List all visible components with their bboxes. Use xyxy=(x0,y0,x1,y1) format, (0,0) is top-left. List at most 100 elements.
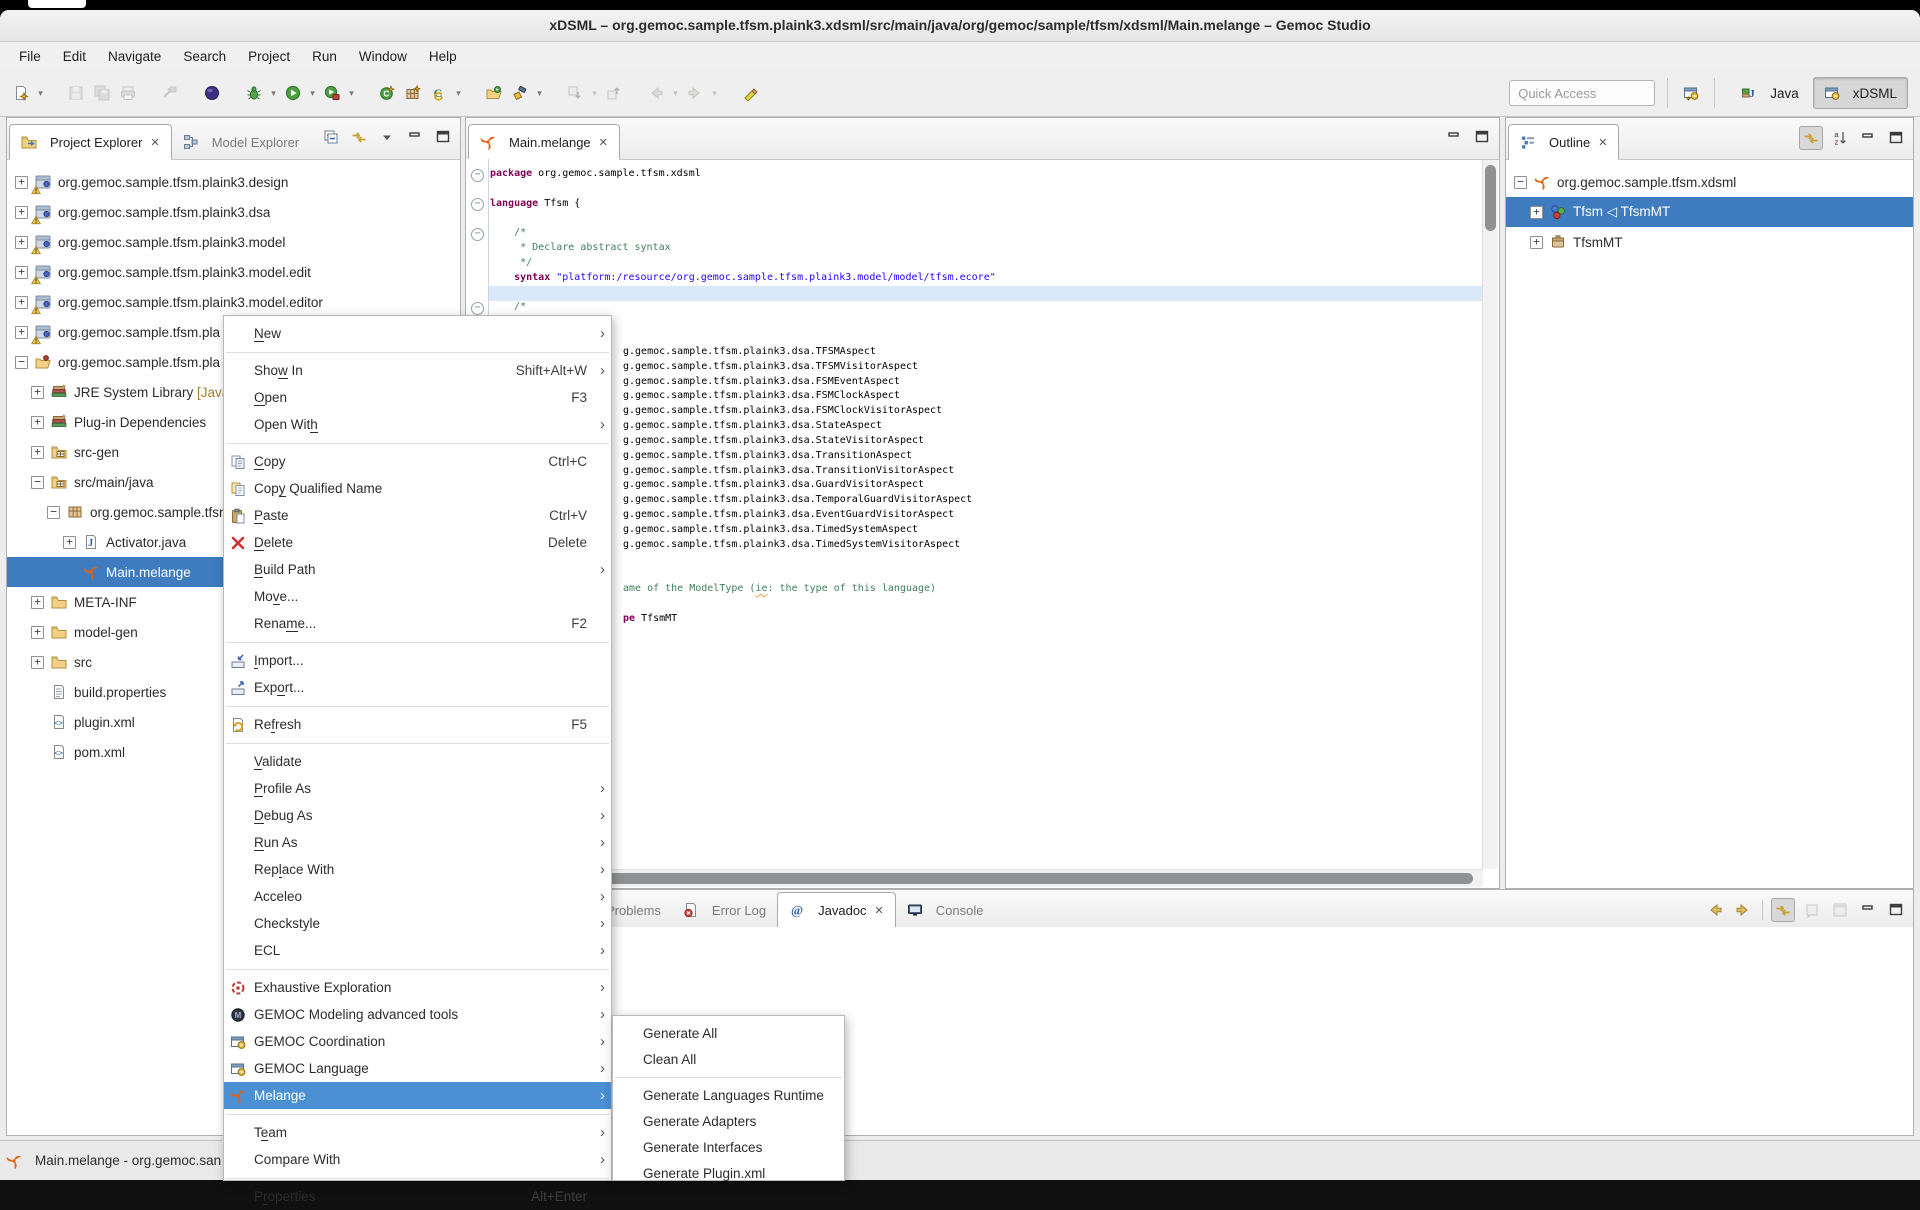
expand-toggle-icon[interactable]: + xyxy=(31,386,44,399)
save-all-button[interactable] xyxy=(89,80,115,106)
maximize-button[interactable] xyxy=(1885,127,1907,149)
expand-toggle-icon[interactable]: + xyxy=(15,296,28,309)
minimize-button[interactable] xyxy=(1857,899,1879,921)
submenu-item-generate-interfaces[interactable]: Generate Interfaces xyxy=(613,1134,844,1160)
mark-occurrences-button[interactable] xyxy=(737,80,763,106)
menu-item-open-with[interactable]: Open With› xyxy=(224,411,611,438)
sort-az-button[interactable]: az xyxy=(1829,127,1851,149)
expand-toggle-icon[interactable]: + xyxy=(15,206,28,219)
menu-item-paste[interactable]: PasteCtrl+V xyxy=(224,502,611,529)
menu-item-copy-qualified-name[interactable]: Copy Qualified Name xyxy=(224,475,611,502)
menu-navigate[interactable]: Navigate xyxy=(97,46,172,67)
tab-outline[interactable]: Outline✕ xyxy=(1508,124,1619,160)
new-view-button[interactable] xyxy=(1829,899,1851,921)
scrollbar-thumb[interactable] xyxy=(1485,165,1496,231)
menu-item-profile-as[interactable]: Profile As› xyxy=(224,775,611,802)
back-button[interactable] xyxy=(643,80,669,106)
maximize-button[interactable] xyxy=(1471,126,1493,148)
menu-item-new[interactable]: New› xyxy=(224,320,611,347)
new-wizard-button[interactable] xyxy=(8,80,34,106)
forward-dropdown-caret[interactable]: ▾ xyxy=(708,88,721,99)
view-menu-button[interactable] xyxy=(376,126,398,148)
expand-toggle-icon[interactable]: + xyxy=(1530,236,1543,249)
gemoc-engine-button[interactable] xyxy=(199,80,225,106)
next-annotation-dropdown-caret[interactable]: ▾ xyxy=(588,88,601,99)
coverage-button[interactable]: C xyxy=(426,80,452,106)
open-task-button[interactable] xyxy=(481,80,507,106)
collapse-all-button[interactable] xyxy=(320,126,342,148)
external-tools-button[interactable] xyxy=(319,80,345,106)
perspective-xdsml[interactable]: xDSML xyxy=(1813,77,1908,109)
scrollbar-thumb[interactable] xyxy=(470,873,1473,884)
menu-item-compare-with[interactable]: Compare With› xyxy=(224,1146,611,1173)
expand-toggle-icon[interactable]: + xyxy=(31,446,44,459)
editor-vertical-scrollbar[interactable] xyxy=(1482,160,1498,869)
debug-dropdown-caret[interactable]: ▾ xyxy=(267,88,280,99)
menu-item-build-path[interactable]: Build Path› xyxy=(224,556,611,583)
expand-toggle-icon[interactable]: + xyxy=(1530,206,1543,219)
menu-item-gemoc-language[interactable]: GEMOC Language› xyxy=(224,1055,611,1082)
tree-item-org-gemoc-sample-tfsm-plaink3-model[interactable]: +org.gemoc.sample.tfsm.plaink3.model xyxy=(7,227,460,257)
expand-toggle-icon[interactable]: + xyxy=(31,416,44,429)
menu-item-refresh[interactable]: RefreshF5 xyxy=(224,711,611,738)
expand-toggle-icon[interactable]: + xyxy=(31,626,44,639)
submenu-item-generate-all[interactable]: Generate All xyxy=(613,1020,844,1046)
submenu-item-generate-languages-runtime[interactable]: Generate Languages Runtime xyxy=(613,1082,844,1108)
minimize-button[interactable] xyxy=(1443,126,1465,148)
menu-search[interactable]: Search xyxy=(172,46,237,67)
submenu-item-generate-plugin-xml[interactable]: Generate Plugin.xml xyxy=(613,1160,844,1186)
new-java-package-button[interactable] xyxy=(400,80,426,106)
menu-item-gemoc-modeling-advanced-tools[interactable]: MGEMOC Modeling advanced tools› xyxy=(224,1001,611,1028)
tab-error-log[interactable]: Error Log xyxy=(672,893,777,927)
expand-toggle-icon[interactable]: + xyxy=(63,536,76,549)
editor-horizontal-scrollbar[interactable] xyxy=(467,869,1483,887)
link-with-editor-button[interactable] xyxy=(1799,126,1823,150)
pin-button[interactable] xyxy=(1801,899,1823,921)
minimize-button[interactable] xyxy=(1857,127,1879,149)
search-dropdown-caret[interactable]: ▾ xyxy=(533,88,546,99)
tree-item-org-gemoc-sample-tfsm-xdsml[interactable]: −org.gemoc.sample.tfsm.xdsml xyxy=(1506,167,1913,197)
menu-item-debug-as[interactable]: Debug As› xyxy=(224,802,611,829)
tab-main-melange[interactable]: Main.melange✕ xyxy=(468,124,620,160)
tree-item-org-gemoc-sample-tfsm-plaink3-model-edit[interactable]: +org.gemoc.sample.tfsm.plaink3.model.edi… xyxy=(7,257,460,287)
expand-toggle-icon[interactable]: + xyxy=(15,326,28,339)
new-wizard-dropdown-caret[interactable]: ▾ xyxy=(34,88,47,99)
run-dropdown-caret[interactable]: ▾ xyxy=(306,88,319,99)
menu-item-gemoc-coordination[interactable]: GEMOC Coordination› xyxy=(224,1028,611,1055)
collapse-toggle-icon[interactable]: − xyxy=(15,356,28,369)
expand-toggle-icon[interactable]: + xyxy=(15,236,28,249)
close-icon[interactable]: ✕ xyxy=(875,904,884,917)
fold-collapse-icon[interactable]: − xyxy=(471,169,484,182)
menu-item-ecl[interactable]: ECL› xyxy=(224,937,611,964)
collapse-toggle-icon[interactable]: − xyxy=(47,506,60,519)
menu-item-replace-with[interactable]: Replace With› xyxy=(224,856,611,883)
menu-item-copy[interactable]: CopyCtrl+C xyxy=(224,448,611,475)
expand-toggle-icon[interactable]: + xyxy=(31,656,44,669)
menu-item-run-as[interactable]: Run As› xyxy=(224,829,611,856)
submenu-item-generate-adapters[interactable]: Generate Adapters xyxy=(613,1108,844,1134)
expand-toggle-icon[interactable]: + xyxy=(15,266,28,279)
menu-run[interactable]: Run xyxy=(301,46,348,67)
tab-console[interactable]: Console xyxy=(896,893,995,927)
perspective-java[interactable]: JJava xyxy=(1731,78,1809,108)
save-button[interactable] xyxy=(63,80,89,106)
fold-collapse-icon[interactable]: − xyxy=(471,302,484,315)
fold-collapse-icon[interactable]: − xyxy=(471,198,484,211)
prev-annotation-button[interactable] xyxy=(601,80,627,106)
back-button[interactable] xyxy=(1704,899,1726,921)
menu-item-validate[interactable]: Validate xyxy=(224,748,611,775)
back-dropdown-caret[interactable]: ▾ xyxy=(669,88,682,99)
expand-toggle-icon[interactable]: + xyxy=(31,596,44,609)
forward-button[interactable] xyxy=(682,80,708,106)
menu-edit[interactable]: Edit xyxy=(52,46,97,67)
menu-item-show-in[interactable]: Show InShift+Alt+W› xyxy=(224,357,611,384)
tab-model-explorer[interactable]: Model Explorer xyxy=(172,125,310,159)
code-editor[interactable]: package org.gemoc.sample.tfsm.xdsmllangu… xyxy=(490,167,1481,868)
tree-item-org-gemoc-sample-tfsm-plaink3-model-editor[interactable]: +org.gemoc.sample.tfsm.plaink3.model.edi… xyxy=(7,287,460,317)
quick-access-input[interactable] xyxy=(1509,80,1655,106)
menu-item-exhaustive-exploration[interactable]: Exhaustive Exploration› xyxy=(224,974,611,1001)
expand-toggle-icon[interactable]: + xyxy=(15,176,28,189)
tree-item-tfsm-tfsmmt-selected[interactable]: +Tfsm ◁ TfsmMT xyxy=(1506,197,1913,227)
collapse-toggle-icon[interactable]: − xyxy=(31,476,44,489)
external-tools-dropdown-caret[interactable]: ▾ xyxy=(345,88,358,99)
